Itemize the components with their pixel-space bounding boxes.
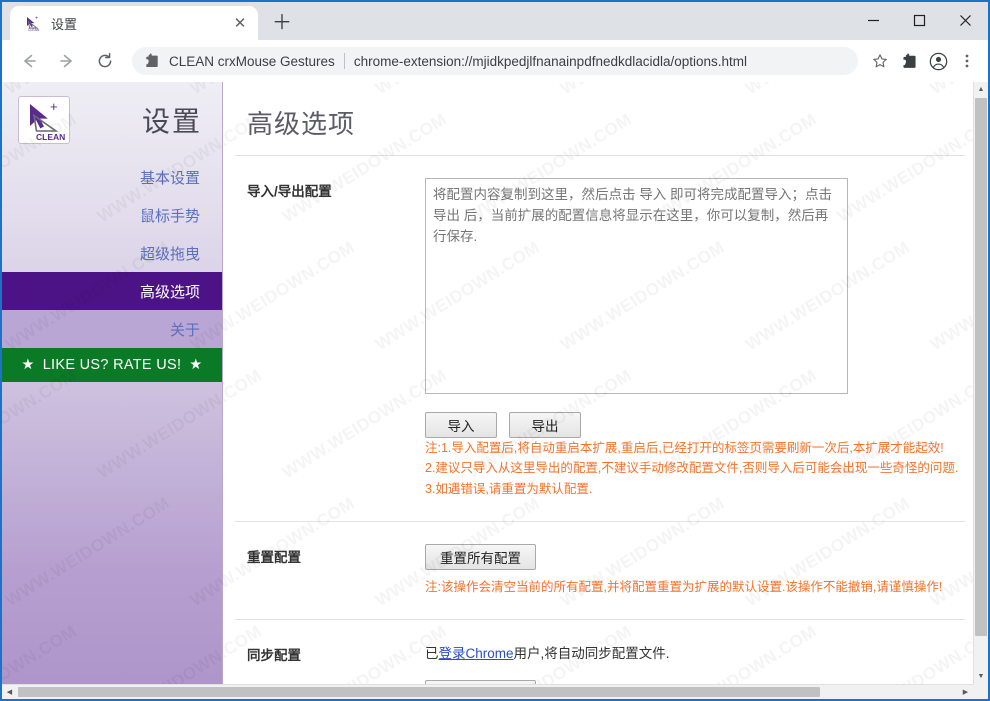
sync-text-prefix: 已	[425, 646, 439, 661]
svg-text:CLEAN: CLEAN	[36, 132, 65, 142]
crxmouse-clean-logo-icon: CLEAN +	[18, 96, 70, 144]
star-outline-icon[interactable]	[867, 48, 893, 74]
login-chrome-link[interactable]: 登录Chrome	[439, 646, 514, 661]
url-text: chrome-extension://mjidkpedjlfnanainpdfn…	[353, 53, 748, 69]
tab-strip: CLEAN + 设置 ✕ ＋	[2, 2, 988, 40]
close-icon[interactable]	[942, 2, 988, 38]
account-avatar-icon[interactable]	[925, 48, 951, 74]
section-label-reset: 重置配置	[247, 549, 301, 565]
rate-us-label: LIKE US? RATE US!	[42, 357, 182, 373]
svg-text:+: +	[50, 99, 58, 114]
sidebar-item-label: 鼠标手势	[139, 207, 200, 225]
minimize-icon[interactable]	[850, 2, 896, 38]
back-arrow-icon[interactable]	[14, 46, 44, 76]
vertical-scrollbar[interactable]: ▲ ▼	[973, 82, 988, 684]
sidebar-item-super-drag[interactable]: 超级拖曳	[2, 234, 222, 272]
page-header: 高级选项	[235, 82, 965, 156]
svg-text:+: +	[35, 15, 38, 21]
sync-description: 已登录Chrome用户,将自动同步配置文件.	[425, 642, 965, 662]
star-icon: ★	[21, 357, 35, 373]
triangle-right-icon[interactable]: ▶	[958, 688, 973, 696]
browser-toolbar: CLEAN crxMouse Gestures chrome-extension…	[2, 40, 988, 82]
sidebar: CLEAN + 设置 基本设置 鼠标手势 超级拖曳 高级选项 关于 ★ LIKE…	[2, 82, 223, 699]
sidebar-brand: CLEAN + 设置	[2, 82, 222, 158]
omnibox-separator	[343, 53, 345, 69]
sidebar-item-about[interactable]: 关于	[2, 310, 222, 348]
star-icon: ★	[189, 357, 203, 373]
import-export-textarea[interactable]	[425, 178, 848, 394]
triangle-down-icon[interactable]: ▼	[974, 669, 988, 684]
page-title: 高级选项	[247, 109, 356, 139]
section-reset-config: 重置配置 重置所有配置 注:该操作会清空当前的所有配置,并将配置重置为扩展的默认…	[235, 522, 965, 620]
forward-arrow-icon[interactable]	[52, 46, 82, 76]
triangle-up-icon[interactable]: ▲	[974, 82, 988, 97]
note-line: 3.如遇错误,请重置为默认配置.	[425, 481, 593, 496]
vertical-scrollbar-thumb[interactable]	[975, 98, 987, 636]
sync-text-suffix: 用户,将自动同步配置文件.	[513, 646, 670, 661]
extensions-puzzle-icon[interactable]	[896, 48, 922, 74]
tab-title: 设置	[51, 16, 78, 32]
extension-name-label: CLEAN crxMouse Gestures	[169, 53, 335, 69]
import-button[interactable]: 导入	[425, 412, 497, 438]
window-controls	[850, 2, 988, 38]
new-tab-button[interactable]: ＋	[268, 9, 296, 37]
page-viewport: CLEAN + 设置 基本设置 鼠标手势 超级拖曳 高级选项 关于 ★ LIKE…	[2, 82, 988, 699]
import-export-button-row: 导入 导出	[425, 412, 965, 438]
section-label-import-export: 导入/导出配置	[247, 184, 332, 199]
sidebar-title: 设置	[141, 106, 202, 137]
sidebar-item-mouse-gestures[interactable]: 鼠标手势	[2, 196, 222, 234]
triangle-left-icon[interactable]: ◀	[2, 688, 17, 696]
scrollbar-corner	[973, 684, 988, 699]
three-dot-menu-icon[interactable]	[954, 48, 980, 74]
main-content: 高级选项 导入/导出配置 导入 导出 注:1.导入配置后,将自动重启本扩展,重启…	[223, 82, 977, 699]
maximize-icon[interactable]	[896, 2, 942, 38]
sidebar-item-label: 超级拖曳	[139, 245, 200, 263]
tab-close-icon[interactable]: ✕	[230, 13, 250, 33]
sidebar-item-label: 基本设置	[139, 169, 200, 187]
horizontal-scrollbar[interactable]: ◀ ▶	[2, 684, 973, 699]
section-import-export: 导入/导出配置 导入 导出 注:1.导入配置后,将自动重启本扩展,重启后,已经打…	[235, 156, 965, 522]
export-button[interactable]: 导出	[509, 412, 581, 438]
svg-text:CLEAN: CLEAN	[28, 28, 40, 32]
browser-window: CLEAN + 设置 ✕ ＋ CLEAN crxMouse Gestures c…	[0, 0, 990, 701]
sidebar-item-label: 高级选项	[139, 283, 200, 301]
sidebar-item-basic-settings[interactable]: 基本设置	[2, 158, 222, 196]
import-export-notes: 注:1.导入配置后,将自动重启本扩展,重启后,已经打开的标签页需要刷新一次后,本…	[425, 438, 965, 499]
browser-tab[interactable]: CLEAN + 设置 ✕	[10, 6, 258, 40]
rate-us-banner[interactable]: ★ LIKE US? RATE US! ★	[2, 348, 222, 382]
horizontal-scrollbar-thumb[interactable]	[18, 687, 820, 697]
reset-note: 注:该操作会清空当前的所有配置,并将配置重置为扩展的默认设置.该操作不能撤销,请…	[425, 579, 943, 594]
crxmouse-cursor-icon: CLEAN +	[24, 15, 41, 32]
address-bar[interactable]: CLEAN crxMouse Gestures chrome-extension…	[132, 47, 858, 75]
sidebar-item-label: 关于	[169, 321, 200, 339]
reload-icon[interactable]	[90, 46, 120, 76]
note-line: 2.建议只导入从这里导出的配置,不建议手动修改配置文件,否则导入后可能会出现一些…	[425, 461, 959, 476]
sidebar-item-advanced-options[interactable]: 高级选项	[2, 272, 222, 310]
note-line: 注:1.导入配置后,将自动重启本扩展,重启后,已经打开的标签页需要刷新一次后,本…	[425, 441, 944, 455]
reset-all-config-button[interactable]: 重置所有配置	[425, 543, 536, 570]
extension-options-page: CLEAN + 设置 基本设置 鼠标手势 超级拖曳 高级选项 关于 ★ LIKE…	[2, 82, 977, 699]
puzzle-piece-icon	[144, 53, 160, 69]
